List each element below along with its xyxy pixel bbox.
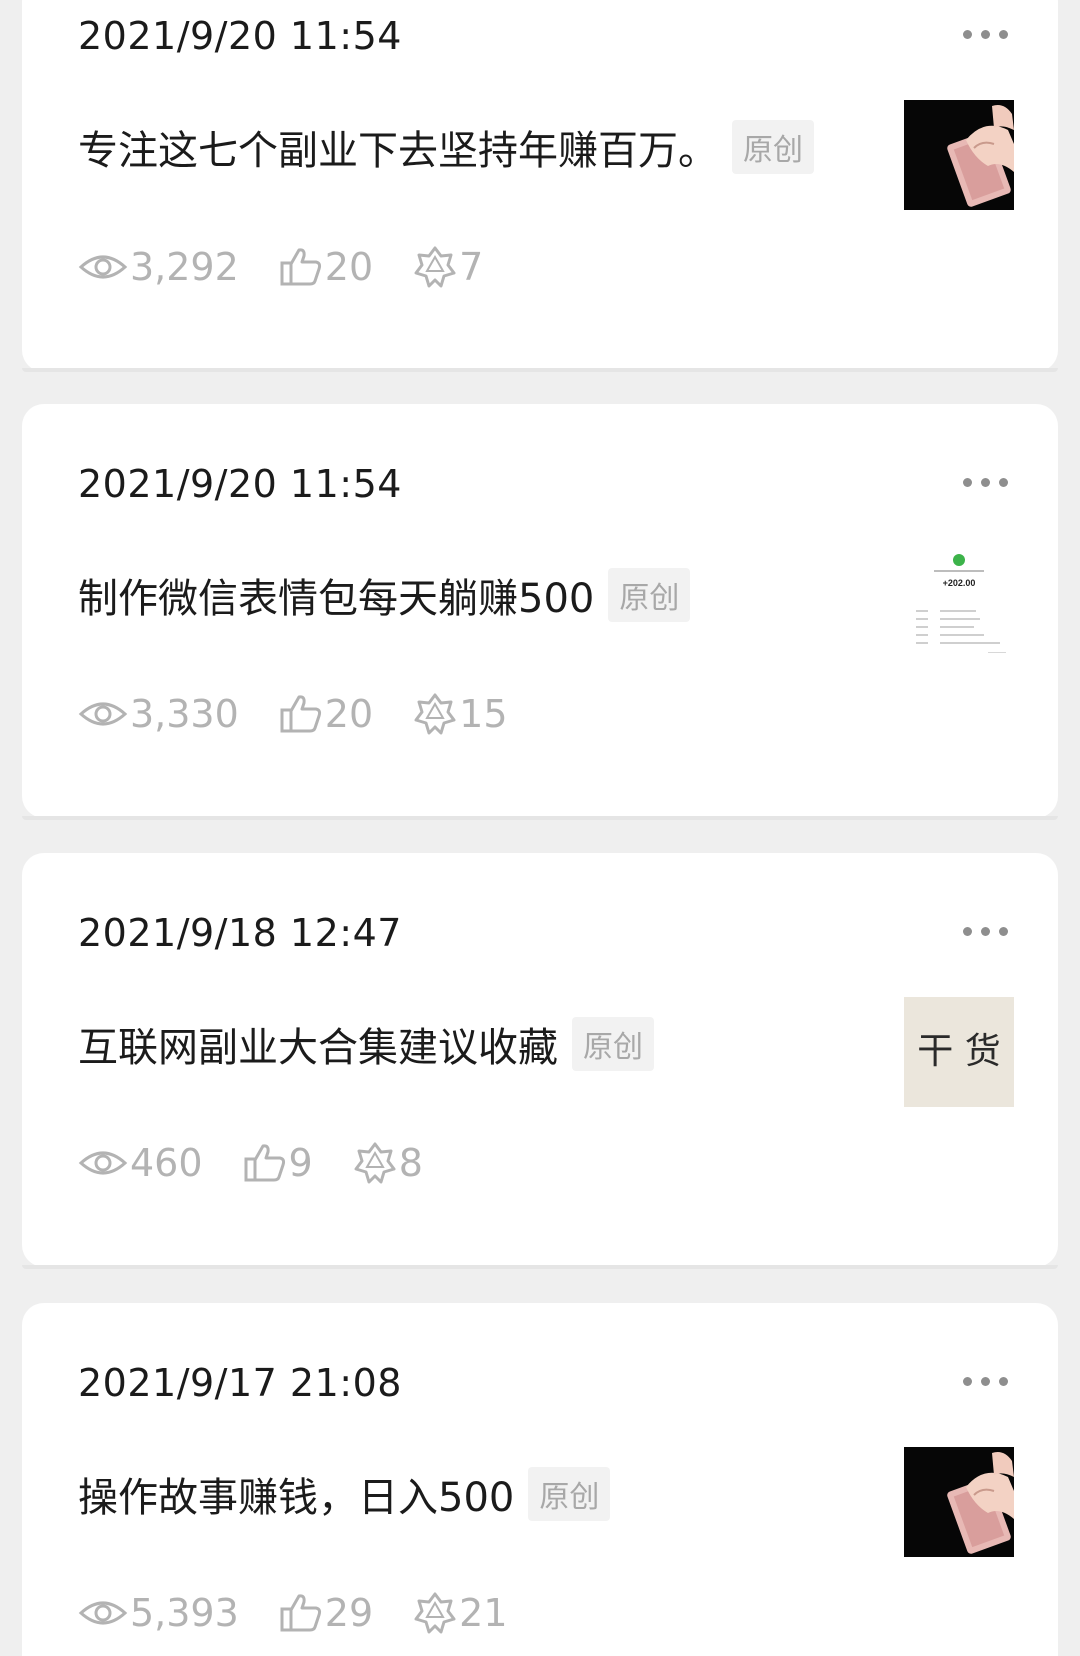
- more-dots-icon[interactable]: [963, 30, 1008, 39]
- post-title: 专注这七个副业下去坚持年赚百万。: [78, 128, 718, 174]
- post-card[interactable]: 2021/9/20 11:54 制作微信表情包每天躺赚500 原创 +202.0…: [22, 404, 1058, 818]
- more-dots-icon[interactable]: [963, 478, 1008, 487]
- more-dots-icon[interactable]: [963, 927, 1008, 936]
- post-thumbnail[interactable]: +202.00: [904, 548, 1014, 658]
- post-title-row[interactable]: 制作微信表情包每天躺赚500 原创: [78, 566, 691, 624]
- views-count: 5,393: [130, 1591, 239, 1635]
- post-title: 操作故事赚钱，日入500: [78, 1475, 515, 1521]
- post-feed: 2021/9/20 11:54 专注这七个副业下去坚持年赚百万。 原创 3,29…: [0, 0, 1080, 1656]
- likes-stat[interactable]: 20: [279, 692, 373, 736]
- hand-holding-cash-photo: [904, 100, 1014, 210]
- post-thumbnail[interactable]: [904, 100, 1014, 210]
- share-star-icon: [354, 1142, 396, 1184]
- shares-count: 7: [459, 245, 484, 289]
- eye-icon: [78, 1151, 128, 1175]
- likes-count: 20: [324, 245, 374, 289]
- post-title-row[interactable]: 专注这七个副业下去坚持年赚百万。 原创: [78, 118, 814, 176]
- hand-holding-cash-photo: [904, 1447, 1014, 1557]
- shares-count: 15: [459, 692, 508, 736]
- thumbs-up-icon: [280, 695, 321, 733]
- card-divider: [22, 368, 1058, 372]
- eye-icon: [78, 255, 128, 279]
- post-date: 2021/9/20 11:54: [78, 462, 402, 506]
- post-stats: 3,330 20 15: [78, 692, 548, 736]
- payment-receipt-screenshot: +202.00: [904, 548, 1014, 658]
- likes-stat[interactable]: 29: [279, 1591, 373, 1635]
- post-title: 互联网副业大合集建议收藏: [78, 1025, 558, 1071]
- views-stat: 5,393: [78, 1591, 239, 1635]
- shares-stat[interactable]: 8: [353, 1141, 423, 1185]
- views-stat: 3,330: [78, 692, 239, 736]
- thumbs-up-icon: [244, 1144, 285, 1182]
- post-date: 2021/9/20 11:54: [78, 14, 402, 58]
- post-stats: 3,292 20 7: [78, 245, 523, 289]
- post-date: 2021/9/17 21:08: [78, 1361, 402, 1405]
- share-star-icon: [414, 1592, 456, 1634]
- shares-count: 21: [459, 1591, 508, 1635]
- likes-count: 9: [288, 1141, 313, 1185]
- original-badge: 原创: [528, 1467, 611, 1521]
- original-badge: 原创: [572, 1017, 654, 1071]
- share-star-icon: [414, 693, 456, 735]
- views-stat: 3,292: [78, 245, 239, 289]
- thumbs-up-icon: [280, 1594, 321, 1632]
- likes-stat[interactable]: 9: [243, 1141, 313, 1185]
- thumb-amount: +202.00: [943, 578, 976, 588]
- share-star-icon: [414, 246, 456, 288]
- post-card[interactable]: 2021/9/18 12:47 互联网副业大合集建议收藏 原创 干 货 460: [22, 853, 1058, 1267]
- original-badge: 原创: [608, 568, 691, 622]
- original-badge: 原创: [732, 120, 814, 174]
- post-thumbnail[interactable]: [904, 1447, 1014, 1557]
- thumb-calligraphy: 干 货: [917, 1031, 1000, 1072]
- calligraphy-paper: 干 货: [904, 997, 1014, 1107]
- shares-stat[interactable]: 15: [413, 692, 508, 736]
- post-card[interactable]: 2021/9/20 11:54 专注这七个副业下去坚持年赚百万。 原创 3,29…: [22, 0, 1058, 372]
- likes-count: 20: [324, 692, 374, 736]
- post-title-row[interactable]: 互联网副业大合集建议收藏 原创: [78, 1015, 654, 1073]
- post-title-row[interactable]: 操作故事赚钱，日入500 原创: [78, 1465, 611, 1523]
- likes-count: 29: [324, 1591, 374, 1635]
- post-stats: 460 9 8: [78, 1141, 463, 1185]
- shares-count: 8: [398, 1141, 423, 1185]
- card-divider: [22, 1265, 1058, 1269]
- views-stat: 460: [78, 1141, 203, 1185]
- views-count: 460: [130, 1141, 203, 1185]
- eye-icon: [78, 1601, 128, 1625]
- eye-icon: [78, 702, 128, 726]
- post-stats: 5,393 29 21: [78, 1591, 548, 1635]
- views-count: 3,292: [130, 245, 239, 289]
- thumbs-up-icon: [280, 248, 321, 286]
- post-title: 制作微信表情包每天躺赚500: [78, 576, 595, 622]
- shares-stat[interactable]: 7: [413, 245, 483, 289]
- post-card[interactable]: 2021/9/17 21:08 操作故事赚钱，日入500 原创 5,393 29…: [22, 1303, 1058, 1656]
- shares-stat[interactable]: 21: [413, 1591, 508, 1635]
- views-count: 3,330: [130, 692, 239, 736]
- card-divider: [22, 816, 1058, 820]
- post-thumbnail[interactable]: 干 货: [904, 997, 1014, 1107]
- more-dots-icon[interactable]: [963, 1377, 1008, 1386]
- likes-stat[interactable]: 20: [279, 245, 373, 289]
- post-date: 2021/9/18 12:47: [78, 911, 402, 955]
